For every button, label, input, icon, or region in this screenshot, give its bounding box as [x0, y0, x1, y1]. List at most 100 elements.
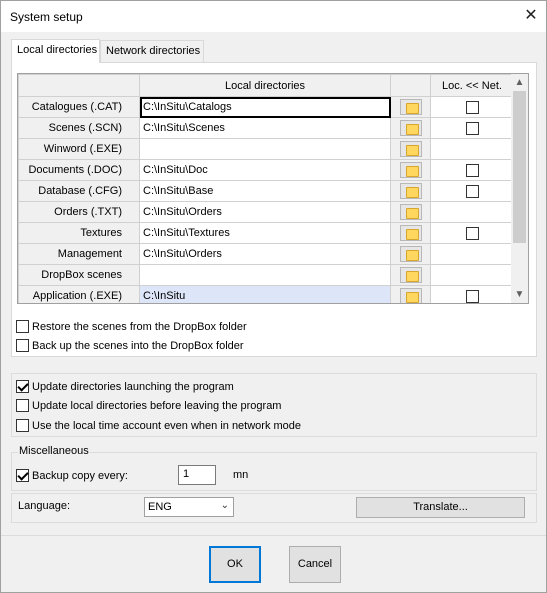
path-cell[interactable]: C:\InSitu\Orders — [139, 243, 391, 265]
row-label: Textures — [18, 222, 140, 244]
update-local-option[interactable]: Update local directories before leaving … — [16, 399, 281, 412]
update-directories-label: Update directories launching the program — [32, 381, 234, 393]
grid-vertical-scrollbar[interactable]: ▲ ▼ — [511, 74, 528, 303]
sync-checkbox[interactable] — [465, 121, 479, 135]
browse-button[interactable] — [390, 222, 431, 244]
path-cell[interactable]: C:\InSitu\Doc — [139, 159, 391, 181]
path-cell[interactable]: C:\InSitu\Base — [139, 180, 391, 202]
update-directories-checkbox[interactable] — [16, 380, 29, 393]
sync-checkbox[interactable] — [465, 184, 479, 198]
sync-cell — [430, 285, 514, 303]
row-label: Orders (.TXT) — [18, 201, 140, 223]
row-label: Winword (.EXE) — [18, 138, 140, 160]
chevron-down-icon[interactable]: ▼ — [511, 286, 528, 303]
column-header-sync: Loc. << Net. — [430, 74, 514, 97]
backup-interval-input[interactable]: 1 — [178, 465, 216, 485]
sync-cell — [430, 96, 514, 118]
folder-icon — [399, 183, 422, 199]
browse-button[interactable] — [390, 96, 431, 118]
sync-cell — [430, 117, 514, 139]
sync-cell — [430, 138, 514, 160]
column-header-browse — [390, 74, 431, 97]
restore-dropbox-checkbox[interactable] — [16, 320, 29, 333]
chevron-down-icon: ⌄ — [220, 500, 229, 511]
tab-local-directories[interactable]: Local directories — [11, 39, 100, 63]
row-label: Documents (.DOC) — [18, 159, 140, 181]
path-cell[interactable]: C:\InSitu\Orders — [139, 201, 391, 223]
update-local-label: Update local directories before leaving … — [32, 400, 282, 412]
sync-cell — [430, 264, 514, 286]
sync-checkbox[interactable] — [465, 226, 479, 240]
tab-network-directories[interactable]: Network directories — [100, 40, 204, 62]
folder-icon — [399, 204, 422, 220]
backup-unit-label: mn — [233, 469, 249, 481]
corner-header — [18, 74, 140, 97]
local-time-checkbox[interactable] — [16, 419, 29, 432]
path-cell[interactable] — [139, 264, 391, 286]
sync-cell — [430, 222, 514, 244]
sync-cell — [430, 243, 514, 265]
restore-dropbox-label: Restore the scenes from the DropBox fold… — [32, 321, 247, 333]
cancel-button[interactable]: Cancel — [289, 546, 341, 583]
table-row: Textures C:\InSitu\Textures — [18, 222, 514, 244]
backup-dropbox-checkbox[interactable] — [16, 339, 29, 352]
path-cell[interactable]: C:\InSitu\Textures — [139, 222, 391, 244]
local-time-label: Use the local time account even when in … — [32, 420, 302, 432]
sync-checkbox[interactable] — [465, 163, 479, 177]
directories-table: Local directories Loc. << Net. Catalogue… — [18, 74, 514, 303]
table-row: Orders (.TXT) C:\InSitu\Orders — [18, 201, 514, 223]
row-label: Database (.CFG) — [18, 180, 140, 202]
browse-button[interactable] — [390, 264, 431, 286]
table-row: Management C:\InSitu\Orders — [18, 243, 514, 265]
footer-divider — [1, 535, 546, 536]
row-label: Application (.EXE) — [18, 285, 140, 303]
sync-cell — [430, 201, 514, 223]
grid-header-row: Local directories Loc. << Net. — [18, 74, 514, 97]
folder-icon — [399, 162, 422, 178]
language-select[interactable]: ENG ⌄ — [144, 497, 234, 517]
path-cell[interactable]: C:\InSitu\Scenes — [139, 117, 391, 139]
language-label: Language: — [18, 500, 70, 512]
row-label: DropBox scenes — [18, 264, 140, 286]
table-row: Catalogues (.CAT) C:\InSitu\Catalogs — [18, 96, 514, 118]
path-cell[interactable]: C:\InSitu — [139, 285, 391, 303]
table-row: Documents (.DOC) C:\InSitu\Doc — [18, 159, 514, 181]
backup-copy-label: Backup copy every: — [32, 470, 128, 482]
browse-button[interactable] — [390, 117, 431, 139]
ok-button[interactable]: OK — [209, 546, 261, 583]
row-label: Management — [18, 243, 140, 265]
scrollbar-thumb[interactable] — [513, 91, 526, 243]
backup-copy-checkbox[interactable] — [16, 469, 29, 482]
folder-icon — [399, 99, 422, 115]
chevron-up-icon[interactable]: ▲ — [511, 74, 528, 91]
folder-icon — [399, 246, 422, 262]
restore-dropbox-option[interactable]: Restore the scenes from the DropBox fold… — [16, 320, 247, 333]
directories-grid: Local directories Loc. << Net. Catalogue… — [17, 73, 529, 304]
window-title: System setup — [10, 10, 83, 24]
sync-checkbox[interactable] — [465, 289, 479, 303]
translate-button[interactable]: Translate... — [356, 497, 525, 518]
local-time-option[interactable]: Use the local time account even when in … — [16, 419, 301, 432]
backup-copy-option[interactable]: Backup copy every: — [16, 469, 128, 482]
close-icon[interactable]: ✕ — [520, 5, 542, 27]
browse-button[interactable] — [390, 201, 431, 223]
browse-button[interactable] — [390, 159, 431, 181]
folder-icon — [399, 288, 422, 303]
table-row: DropBox scenes — [18, 264, 514, 286]
backup-dropbox-label: Back up the scenes into the DropBox fold… — [32, 340, 244, 352]
browse-button[interactable] — [390, 285, 431, 303]
sync-cell — [430, 159, 514, 181]
path-cell[interactable] — [139, 138, 391, 160]
update-directories-option[interactable]: Update directories launching the program — [16, 380, 234, 393]
sync-checkbox[interactable] — [465, 100, 479, 114]
table-row: Database (.CFG) C:\InSitu\Base — [18, 180, 514, 202]
backup-dropbox-option[interactable]: Back up the scenes into the DropBox fold… — [16, 339, 244, 352]
row-label: Scenes (.SCN) — [18, 117, 140, 139]
path-cell[interactable]: C:\InSitu\Catalogs — [139, 96, 391, 118]
browse-button[interactable] — [390, 243, 431, 265]
browse-button[interactable] — [390, 180, 431, 202]
update-local-checkbox[interactable] — [16, 399, 29, 412]
folder-icon — [399, 141, 422, 157]
browse-button[interactable] — [390, 138, 431, 160]
sync-cell — [430, 180, 514, 202]
